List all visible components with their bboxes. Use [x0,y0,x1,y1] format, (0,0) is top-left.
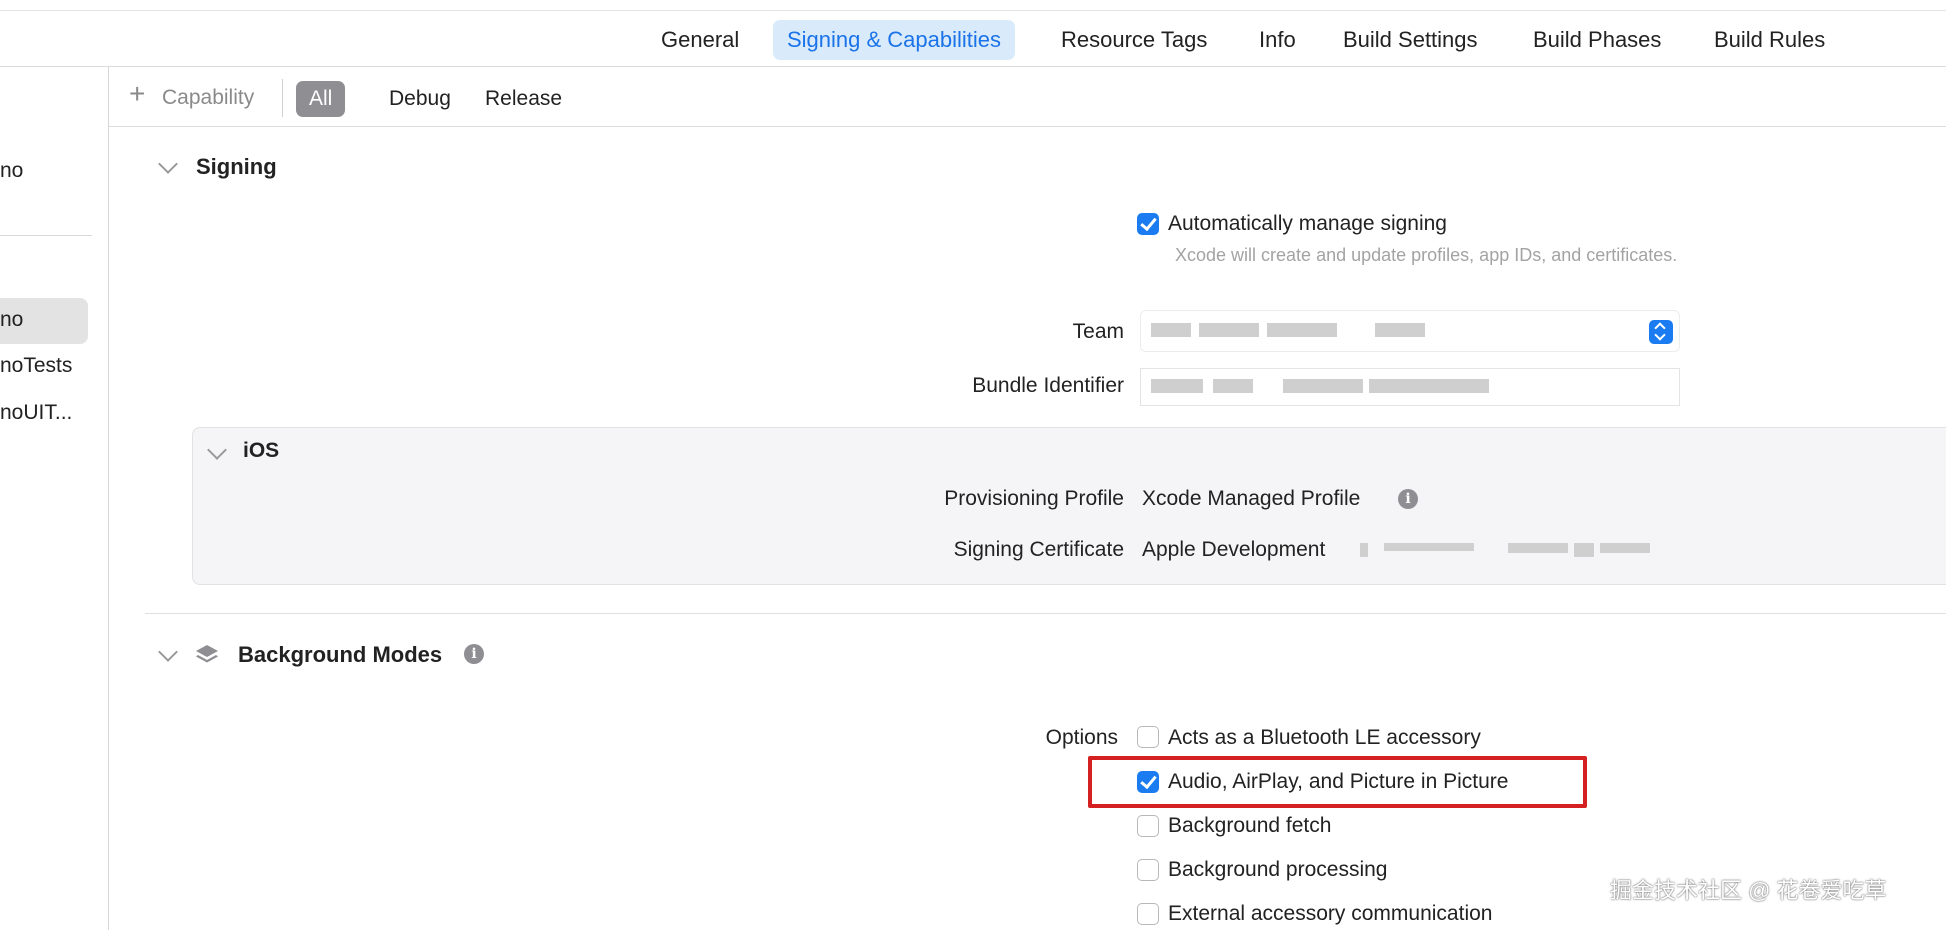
section-divider [145,613,1946,614]
watermark-text: 掘金技术社区 @ 花卷爱吃草 [1610,878,1887,903]
background-processing-checkbox[interactable] [1137,859,1159,881]
tab-build-rules[interactable]: Build Rules [1700,20,1839,60]
signing-certificate-value: Apple Development [1142,538,1326,561]
bluetooth-le-accessory-checkbox[interactable] [1137,726,1159,748]
info-icon[interactable]: i [464,644,484,664]
tab-build-settings[interactable]: Build Settings [1329,20,1492,60]
team-label: Team [1072,320,1124,343]
info-icon[interactable]: i [1398,489,1418,509]
signing-disclosure-chevron-icon[interactable] [158,154,178,174]
background-fetch-label: Background fetch [1168,814,1332,837]
tab-bar-top-divider [0,10,1946,11]
provisioning-profile-label: Provisioning Profile [944,487,1124,510]
annotation-highlight-box [1088,756,1587,808]
background-processing-label: Background processing [1168,858,1388,881]
tab-info[interactable]: Info [1245,20,1310,60]
bundle-identifier-label: Bundle Identifier [972,374,1124,397]
tab-build-phases[interactable]: Build Phases [1519,20,1675,60]
tab-signing-capabilities[interactable]: Signing & Capabilities [773,20,1016,60]
signing-certificate-redacted [1360,537,1660,563]
sidebar-item-tests-target[interactable]: noTests [0,354,72,378]
capability-filter-bar: + Capability All Debug Release [109,67,1946,127]
filter-debug-button[interactable]: Debug [376,81,464,117]
team-popup-stepper-icon[interactable] [1649,320,1673,344]
auto-manage-signing-hint: Xcode will create and update profiles, a… [1175,245,1678,265]
background-modes-title: Background Modes [238,642,443,667]
options-label: Options [1045,726,1118,749]
sidebar-divider [0,235,92,236]
tab-general[interactable]: General [647,20,753,60]
signing-certificate-label: Signing Certificate [953,538,1124,561]
external-accessory-checkbox[interactable] [1137,903,1159,925]
external-accessory-label: External accessory communication [1168,902,1493,925]
add-capability-icon[interactable]: + [129,79,145,109]
filter-all-button[interactable]: All [296,81,346,117]
team-select[interactable] [1140,310,1680,352]
background-modes-disclosure-chevron-icon[interactable] [158,642,178,662]
filter-release-button[interactable]: Release [472,81,575,117]
sidebar-item-project[interactable]: no [0,159,23,183]
sidebar-item-app-target[interactable]: no [0,308,23,332]
layers-icon [196,645,218,663]
ios-group-title: iOS [243,439,280,462]
targets-sidebar: no no noTests noUIT... [0,67,109,930]
auto-manage-signing-checkbox[interactable] [1137,213,1159,235]
bluetooth-le-accessory-label: Acts as a Bluetooth LE accessory [1168,726,1481,749]
tab-resource-tags[interactable]: Resource Tags [1047,20,1221,60]
filter-separator [282,79,283,117]
add-capability-button[interactable]: Capability [162,86,254,110]
team-value-redacted [1151,317,1451,343]
background-fetch-checkbox[interactable] [1137,815,1159,837]
bundle-identifier-value-redacted [1151,373,1511,399]
signing-section-title: Signing [196,154,277,179]
provisioning-profile-value: Xcode Managed Profile [1142,487,1361,510]
sidebar-item-uitests-target[interactable]: noUIT... [0,401,72,425]
bundle-identifier-field[interactable] [1140,368,1680,406]
auto-manage-signing-label: Automatically manage signing [1168,212,1447,235]
editor-tab-bar: General Signing & Capabilities Resource … [0,0,1946,67]
